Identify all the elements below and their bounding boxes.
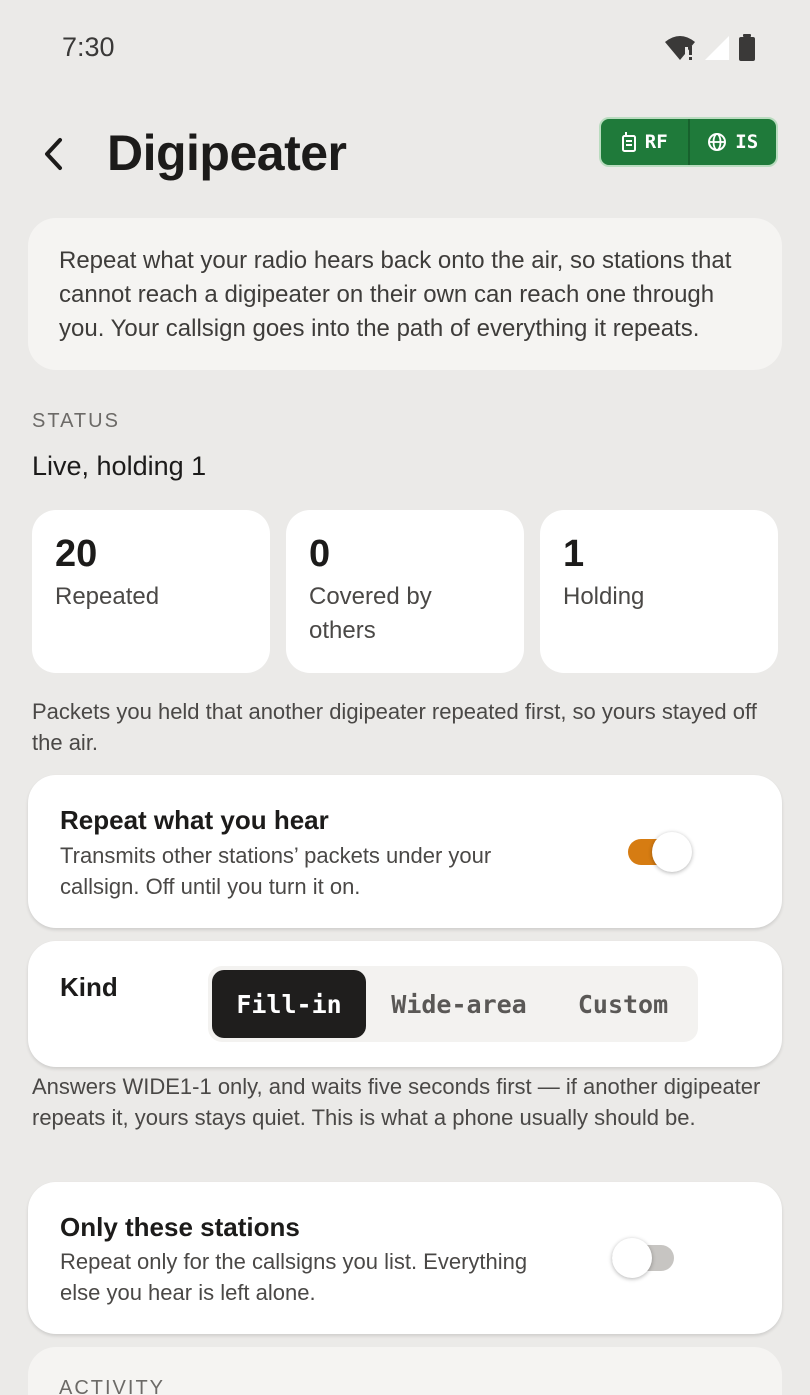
globe-icon — [708, 133, 727, 151]
back-button[interactable] — [34, 132, 74, 176]
stat-label: Covered by others — [309, 583, 432, 644]
mode-rf-button[interactable]: RF — [601, 119, 688, 165]
kind-option-custom[interactable]: Custom — [552, 970, 694, 1038]
kind-option-fill-in[interactable]: Fill-in — [212, 970, 366, 1038]
kind-segmented-control: Fill-in Wide-area Custom — [208, 966, 698, 1042]
stat-card-covered: 0 Covered by others — [286, 510, 524, 673]
only-these-subtitle: Repeat only for the callsigns you list. … — [60, 1249, 528, 1305]
kind-title: Kind — [60, 972, 118, 1002]
status-bar: 7:30 — [0, 0, 810, 96]
repeat-subtitle: Transmits other stations’ packets under … — [60, 843, 492, 899]
intro-card: Repeat what your radio hears back onto t… — [28, 218, 782, 370]
chevron-left-icon — [45, 138, 62, 170]
signal-icon — [704, 35, 730, 66]
status-section-label: STATUS — [32, 410, 120, 432]
stat-card-holding: 1 Holding — [540, 510, 778, 673]
mode-is-label: IS — [735, 131, 759, 153]
wifi-icon — [664, 34, 696, 67]
stat-value: 1 — [563, 533, 585, 575]
toggle-thumb — [612, 1238, 652, 1278]
only-these-toggle[interactable] — [612, 1236, 676, 1280]
stat-value: 0 — [309, 533, 331, 575]
stat-label: Holding — [563, 583, 645, 610]
repeat-card: Repeat what you hear Transmits other sta… — [28, 775, 782, 928]
repeat-toggle[interactable] — [628, 830, 692, 874]
mode-is-button[interactable]: IS — [687, 119, 777, 165]
mode-toggle-group: RF IS — [599, 117, 778, 167]
repeat-title: Repeat what you hear — [60, 805, 329, 835]
kind-card: Kind Fill-in Wide-area Custom — [28, 941, 782, 1067]
only-these-card: Only these stations Repeat only for the … — [28, 1182, 782, 1334]
battery-icon — [738, 34, 756, 67]
radio-icon — [621, 132, 636, 152]
status-note: Packets you held that another digipeater… — [32, 699, 757, 755]
only-these-title: Only these stations — [60, 1212, 300, 1242]
status-value: Live, holding 1 — [32, 451, 207, 481]
status-time: 7:30 — [62, 32, 115, 62]
activity-card: ACTIVITY — [28, 1347, 782, 1395]
stat-card-repeated: 20 Repeated — [32, 510, 270, 673]
page-title: Digipeater — [107, 125, 347, 181]
stat-label: Repeated — [55, 583, 160, 610]
activity-section-label: ACTIVITY — [59, 1377, 166, 1395]
stat-value: 20 — [55, 533, 98, 575]
toggle-thumb — [652, 832, 692, 872]
kind-option-wide-area[interactable]: Wide-area — [366, 970, 552, 1038]
intro-text: Repeat what your radio hears back onto t… — [59, 247, 732, 342]
status-icons — [664, 34, 756, 67]
kind-description: Answers WIDE1-1 only, and waits five sec… — [32, 1074, 761, 1130]
mode-rf-label: RF — [644, 131, 668, 153]
